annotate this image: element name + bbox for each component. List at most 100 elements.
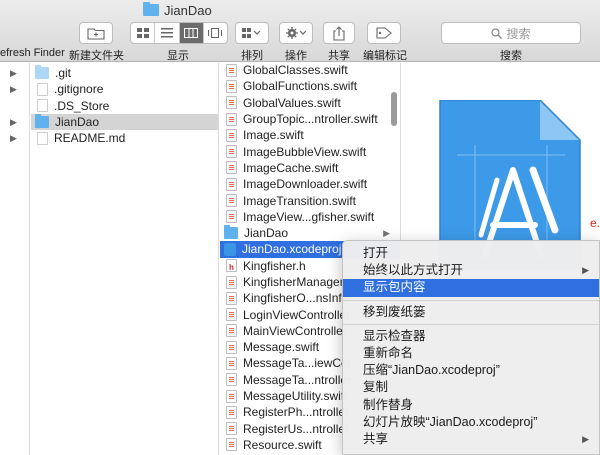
list-item[interactable]	[0, 98, 29, 114]
list-item[interactable]: README.md	[31, 130, 218, 146]
swift-file-icon	[226, 177, 237, 191]
document-icon	[37, 131, 48, 145]
list-item[interactable]: GroupTopic...ntroller.swift	[220, 111, 400, 127]
list-item[interactable]: .gitignore	[31, 81, 218, 97]
new-folder-button[interactable]	[79, 22, 113, 44]
folder-icon	[143, 2, 159, 16]
new-folder-label: 新建文件夹	[69, 50, 124, 62]
swift-file-icon	[226, 389, 237, 403]
menu-separator	[343, 299, 599, 301]
list-item[interactable]: JianDao	[31, 113, 218, 131]
search-placeholder: 搜索	[506, 26, 531, 41]
item-name: ImageCache.swift	[243, 160, 339, 175]
list-item[interactable]: ImageCache.swift	[220, 160, 400, 176]
chevron-right-icon: ▶	[10, 84, 17, 95]
item-name: MessageUtility.swift	[243, 389, 348, 404]
item-name: MainViewController.	[243, 323, 350, 338]
list-item[interactable]: ▶	[0, 65, 29, 81]
menu-item[interactable]: 压缩“JianDao.xcodeproj”	[343, 362, 599, 379]
list-view-button[interactable]	[155, 23, 180, 43]
menu-item[interactable]: 移到废纸篓	[343, 304, 599, 321]
menu-item[interactable]: 幻灯片放映“JianDao.xcodeproj”	[343, 414, 599, 431]
swift-file-icon	[226, 438, 237, 452]
view-mode-control[interactable]	[130, 22, 228, 44]
item-name: KingfisherO...nsInfo	[243, 291, 349, 306]
swift-file-icon	[226, 324, 237, 338]
edit-tags-button[interactable]	[367, 22, 401, 44]
item-name: Resource.swift	[243, 437, 322, 452]
menu-item[interactable]: 始终以此方式打开 ▶	[343, 262, 599, 279]
action-button[interactable]	[279, 22, 313, 44]
list-item[interactable]: ImageView...gfisher.swift	[220, 209, 400, 225]
arrange-button[interactable]	[235, 22, 269, 44]
list-item[interactable]: ImageBubbleView.swift	[220, 143, 400, 159]
menu-item[interactable]: 制作替身	[343, 397, 599, 414]
swift-file-icon	[226, 340, 237, 354]
menu-item[interactable]: 重新命名	[343, 345, 599, 362]
menu-item[interactable]: 显示包内容	[343, 279, 599, 297]
swift-file-icon	[226, 356, 237, 370]
menu-item[interactable]: 共享 ▶	[343, 431, 599, 448]
swift-file-icon	[226, 161, 237, 175]
column-parent[interactable]: ▶ ▶ ▶ ▶	[0, 63, 30, 455]
column-view-button[interactable]	[179, 23, 204, 43]
icon-view-button[interactable]	[131, 23, 156, 43]
menu-item[interactable]: 打开	[343, 245, 599, 262]
swift-file-icon	[226, 291, 237, 305]
list-item[interactable]: .DS_Store	[31, 98, 218, 114]
list-item[interactable]: GlobalFunctions.swift	[220, 78, 400, 94]
folder-icon	[224, 225, 238, 240]
list-item[interactable]: Image.swift	[220, 127, 400, 143]
item-name: LoginViewController	[243, 307, 351, 322]
search-label: 搜索	[500, 50, 522, 62]
share-label: 共享	[328, 50, 350, 62]
item-name: GlobalValues.swift	[243, 95, 341, 110]
toolbar: JianDao 搜索 efresh Finder 新建文件夹 显示 排列 操作 …	[0, 0, 600, 62]
menu-item[interactable]: 复制	[343, 379, 599, 396]
search-field[interactable]: 搜索	[441, 22, 581, 44]
list-item[interactable]: GlobalValues.swift	[220, 95, 400, 111]
window-title-text: JianDao	[164, 2, 212, 18]
chevron-right-icon: ▶	[10, 133, 17, 144]
scrollbar[interactable]	[391, 92, 397, 126]
menu-item-label: 幻灯片放映“JianDao.xcodeproj”	[363, 414, 538, 429]
item-name: GroupTopic...ntroller.swift	[243, 112, 378, 127]
list-item[interactable]: ▶	[0, 114, 29, 130]
list-item[interactable]: ▶	[0, 81, 29, 97]
swift-file-icon	[226, 96, 237, 110]
list-item[interactable]: GlobalClasses.swift	[220, 63, 400, 78]
coverflow-view-button[interactable]	[204, 23, 227, 43]
refresh-finder-label[interactable]: efresh Finder	[0, 47, 65, 59]
swift-file-icon	[226, 308, 237, 322]
swift-file-icon	[226, 128, 237, 142]
item-name: README.md	[54, 131, 126, 146]
menu-item[interactable]: 显示检查器	[343, 328, 599, 345]
swift-file-icon	[226, 63, 237, 77]
swift-file-icon	[226, 112, 237, 126]
item-name: JianDao.xcodeproj	[242, 242, 342, 257]
search-icon	[491, 27, 503, 39]
column-project-root[interactable]: .git .gitignore .DS_Store JianDao README.md	[31, 63, 219, 455]
tags-label: 编辑标记	[363, 50, 407, 62]
list-item[interactable]: ImageDownloader.swift	[220, 176, 400, 192]
arrange-icon	[242, 28, 261, 38]
context-menu[interactable]: 打开 始终以此方式打开 ▶ 显示包内容移到废纸篓显示检查器 重新命名 压缩“JianDao…	[342, 240, 600, 455]
item-name: ImageBubbleView.swift	[243, 144, 367, 159]
share-button[interactable]	[323, 22, 355, 44]
item-name: MessageTa...iewCel	[243, 356, 351, 371]
item-name: GlobalFunctions.swift	[243, 79, 358, 94]
icon-grid-icon	[136, 28, 149, 38]
list-item[interactable]: ▶	[0, 130, 29, 146]
item-name: JianDao	[55, 115, 100, 130]
item-name: Message.swift	[243, 340, 320, 355]
columns-icon	[184, 28, 199, 38]
list-item[interactable]: ImageTransition.swift	[220, 192, 400, 208]
list-item[interactable]: JianDao ▶	[220, 225, 400, 241]
menu-item-label: 移到废纸篓	[363, 304, 426, 319]
menu-item-label: 共享	[363, 431, 389, 446]
swift-file-icon	[226, 275, 237, 289]
swift-file-icon	[226, 373, 237, 387]
list-item[interactable]: .git	[31, 65, 218, 81]
menu-separator	[343, 323, 599, 325]
item-name: RegisterUs...ntroller	[243, 421, 350, 436]
